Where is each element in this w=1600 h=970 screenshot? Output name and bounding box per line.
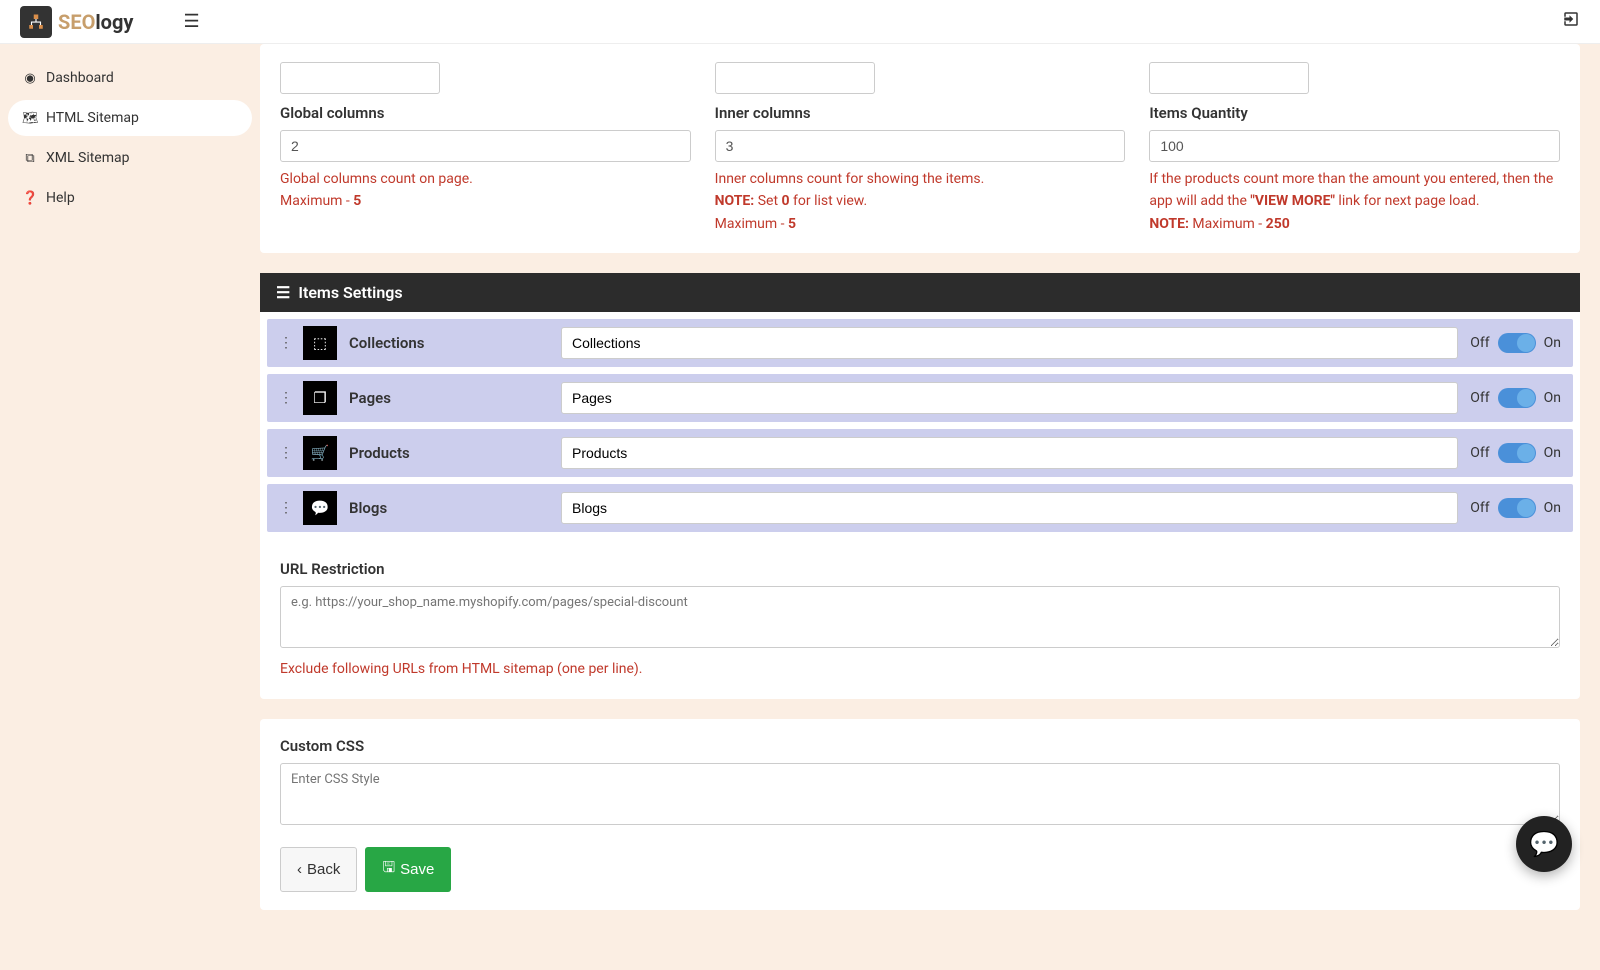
items-settings-card: ☰ Items Settings ⋮ ⬚ Collections Off On … (260, 273, 1580, 698)
item-input-blogs[interactable] (561, 492, 1458, 524)
item-title: Pages (349, 389, 549, 407)
drag-handle-icon[interactable]: ⋮ (279, 335, 291, 351)
items-quantity-top-input[interactable] (1149, 62, 1309, 94)
global-columns-input[interactable] (280, 130, 691, 162)
toggle-on-label: On (1544, 445, 1561, 461)
help-icon: ❓ (22, 191, 38, 206)
items-quantity-note: If the products count more than the amou… (1149, 168, 1560, 235)
item-row-collections: ⋮ ⬚ Collections Off On (267, 319, 1573, 367)
toggle-off-label: Off (1470, 335, 1489, 351)
sidebar-item-label: Help (46, 190, 75, 206)
toggle-on-label: On (1544, 500, 1561, 516)
item-title: Blogs (349, 499, 549, 517)
chat-widget[interactable]: 💬 (1516, 816, 1572, 872)
logo-text-seo: SEO (58, 10, 95, 34)
toggle-on-label: On (1544, 335, 1561, 351)
inner-columns-label: Inner columns (715, 104, 1126, 122)
toggle-off-label: Off (1470, 445, 1489, 461)
global-columns-top-input[interactable] (280, 62, 440, 94)
list-icon: ☰ (276, 283, 290, 302)
collections-icon: ⬚ (303, 326, 337, 360)
item-title: Collections (349, 334, 549, 352)
inner-columns-field: Inner columns Inner columns count for sh… (715, 62, 1126, 235)
global-columns-label: Global columns (280, 104, 691, 122)
logo[interactable]: SEOlogy (20, 6, 133, 38)
items-settings-header: ☰ Items Settings (260, 273, 1580, 312)
sidebar-item-dashboard[interactable]: ◉ Dashboard (8, 60, 252, 96)
global-columns-note: Global columns count on page. Maximum - … (280, 168, 691, 213)
products-icon: 🛒 (303, 436, 337, 470)
chat-icon: 💬 (1529, 830, 1559, 858)
item-input-pages[interactable] (561, 382, 1458, 414)
hamburger-icon[interactable]: ☰ (183, 11, 199, 32)
drag-handle-icon[interactable]: ⋮ (279, 390, 291, 406)
pages-icon: ❐ (303, 381, 337, 415)
toggle-on-label: On (1544, 390, 1561, 406)
item-row-products: ⋮ 🛒 Products Off On (267, 429, 1573, 477)
main-content: Global columns Global columns count on p… (260, 44, 1600, 970)
header-left: SEOlogy ☰ (20, 6, 200, 38)
items-quantity-label: Items Quantity (1149, 104, 1560, 122)
url-restriction-note: Exclude following URLs from HTML sitemap… (280, 658, 1560, 680)
item-row-pages: ⋮ ❐ Pages Off On (267, 374, 1573, 422)
sidebar-item-label: XML Sitemap (46, 150, 130, 166)
toggle-blogs[interactable] (1498, 498, 1536, 518)
sidebar: ◉ Dashboard 🗺 HTML Sitemap ⧉ XML Sitemap… (0, 44, 260, 970)
inner-columns-top-input[interactable] (715, 62, 875, 94)
dashboard-icon: ◉ (22, 71, 38, 86)
item-title: Products (349, 444, 549, 462)
toggle-pages[interactable] (1498, 388, 1536, 408)
logo-text-logy: logy (95, 10, 133, 34)
back-button[interactable]: ‹ Back (280, 847, 357, 892)
map-icon: 🗺 (22, 111, 38, 126)
drag-handle-icon[interactable]: ⋮ (279, 445, 291, 461)
save-icon: 🖫 (382, 857, 395, 882)
items-quantity-field: Items Quantity If the products count mor… (1149, 62, 1560, 235)
sidebar-item-xml-sitemap[interactable]: ⧉ XML Sitemap (8, 140, 252, 176)
columns-card: Global columns Global columns count on p… (260, 44, 1580, 253)
item-input-collections[interactable] (561, 327, 1458, 359)
top-header: SEOlogy ☰ (0, 0, 1600, 44)
sidebar-item-help[interactable]: ❓ Help (8, 180, 252, 216)
custom-css-label: Custom CSS (280, 737, 1560, 755)
inner-columns-note: Inner columns count for showing the item… (715, 168, 1126, 235)
url-restriction-label: URL Restriction (280, 560, 1560, 578)
save-button[interactable]: 🖫 Save (365, 847, 451, 892)
chevron-left-icon: ‹ (297, 861, 302, 878)
toggle-off-label: Off (1470, 500, 1489, 516)
sidebar-item-label: Dashboard (46, 70, 114, 86)
toggle-off-label: Off (1470, 390, 1489, 406)
logo-icon (20, 6, 52, 38)
items-quantity-input[interactable] (1149, 130, 1560, 162)
logout-icon[interactable] (1562, 10, 1580, 33)
item-row-blogs: ⋮ 💬 Blogs Off On (267, 484, 1573, 532)
url-restriction-textarea[interactable] (280, 586, 1560, 648)
custom-css-textarea[interactable] (280, 763, 1560, 825)
toggle-products[interactable] (1498, 443, 1536, 463)
item-input-products[interactable] (561, 437, 1458, 469)
inner-columns-input[interactable] (715, 130, 1126, 162)
sidebar-item-html-sitemap[interactable]: 🗺 HTML Sitemap (8, 100, 252, 136)
sitemap-icon: ⧉ (22, 151, 38, 166)
drag-handle-icon[interactable]: ⋮ (279, 500, 291, 516)
blogs-icon: 💬 (303, 491, 337, 525)
global-columns-field: Global columns Global columns count on p… (280, 62, 691, 235)
toggle-collections[interactable] (1498, 333, 1536, 353)
sidebar-item-label: HTML Sitemap (46, 110, 139, 126)
custom-css-card: Custom CSS ‹ Back 🖫 Save (260, 719, 1580, 910)
